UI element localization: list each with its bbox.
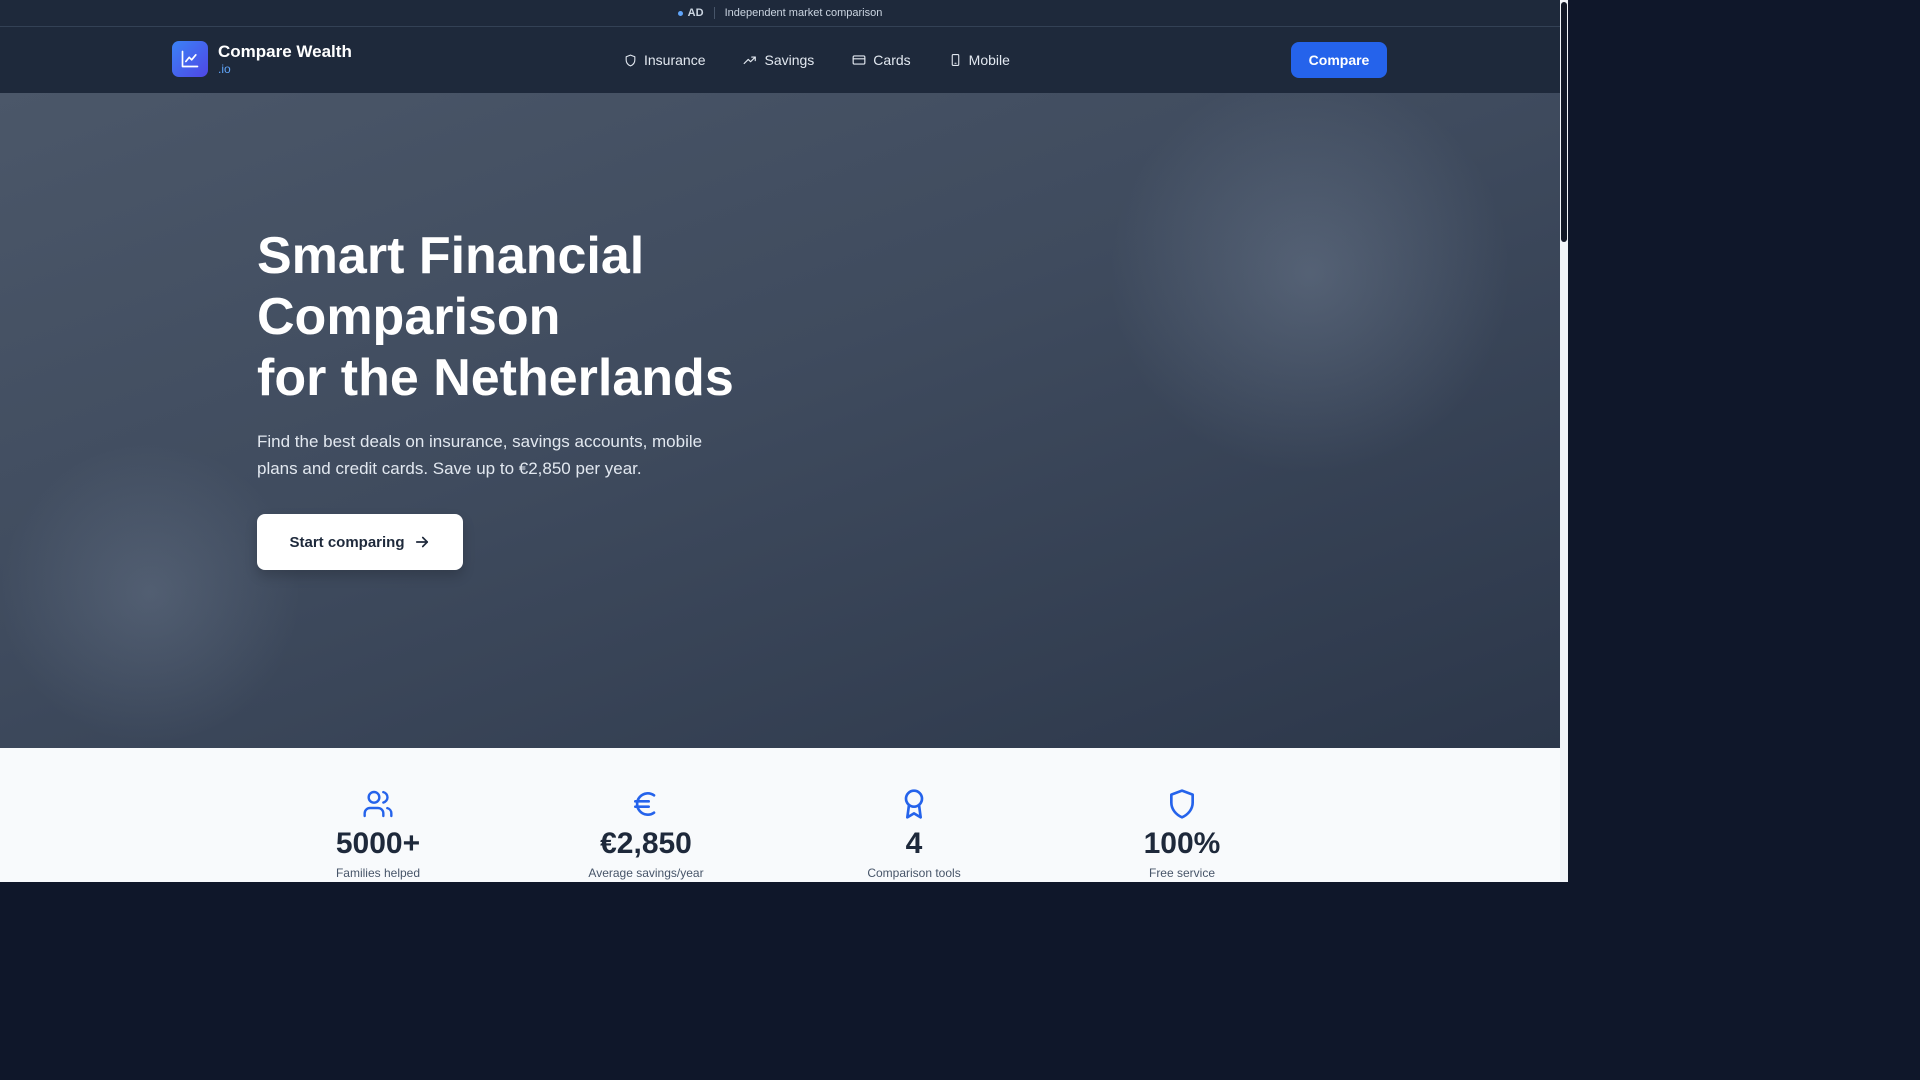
start-comparing-label: Start comparing (289, 533, 405, 551)
euro-icon (634, 792, 656, 816)
chart-logo-icon (172, 41, 208, 77)
arrow-right-icon (415, 536, 428, 548)
nav-label-insurance: Insurance (644, 52, 706, 68)
nav-item-insurance[interactable]: Insurance (624, 52, 705, 68)
stat-value: 4 (905, 827, 923, 860)
compare-button[interactable]: Compare (1291, 42, 1387, 78)
stat-label: Free service (1148, 866, 1216, 880)
site-header: Compare Wealth .io Insurance Savings Car… (0, 27, 1560, 93)
nav-item-savings[interactable]: Savings (743, 52, 814, 68)
nav-label-cards: Cards (873, 52, 911, 68)
brand-subtitle: .io (218, 62, 231, 76)
credit-card-icon (852, 55, 866, 65)
smartphone-icon (951, 54, 959, 66)
scrollbar-thumb[interactable] (1561, 2, 1567, 242)
nav-label-mobile: Mobile (968, 52, 1010, 68)
ad-bar: AD Independent market comparison (0, 0, 1560, 27)
stat-savings: €2,850 Average savings/year (526, 788, 766, 882)
users-icon (363, 790, 393, 818)
stats-section: 5000+ Families helped €2,850 Average sav… (0, 748, 1560, 882)
stat-tools: 4 Comparison tools (794, 788, 1034, 882)
stat-families: 5000+ Families helped (258, 788, 498, 882)
nav-label-savings: Savings (764, 52, 815, 68)
hero-description: Find the best deals on insurance, saving… (257, 432, 703, 478)
hero-title: Smart Financial Comparison for the Nethe… (257, 226, 817, 409)
stat-label: Comparison tools (867, 866, 961, 880)
stat-label: Average savings/year (588, 866, 704, 880)
award-icon (904, 789, 924, 819)
main-nav: Insurance Savings Cards Mobile (624, 27, 1048, 93)
hero-title-line: for the Netherlands (257, 349, 734, 407)
hero-title-line: Smart Financial (257, 227, 645, 285)
hero-section: Smart Financial Comparison for the Nethe… (0, 93, 1560, 748)
nav-item-cards[interactable]: Cards (852, 52, 911, 68)
brand-logo[interactable]: Compare Wealth .io (172, 41, 352, 77)
stat-value: 5000+ (335, 827, 421, 860)
hero-title-line: Comparison (257, 288, 561, 346)
nav-item-mobile[interactable]: Mobile (949, 52, 1010, 68)
stat-value: 100% (1143, 827, 1221, 860)
brand-title: Compare Wealth (218, 42, 352, 61)
shield-icon (625, 54, 636, 66)
shield-icon (1170, 789, 1194, 819)
ad-badge: AD (687, 7, 704, 19)
trending-up-icon (744, 56, 757, 65)
stat-label: Families helped (335, 866, 421, 880)
stat-free: 100% Free service (1062, 788, 1302, 882)
start-comparing-button[interactable]: Start comparing (257, 514, 463, 570)
page-scrollbar[interactable] (1560, 0, 1568, 882)
ad-separator (713, 7, 715, 19)
ad-dot-icon (677, 10, 683, 16)
stat-value: €2,850 (600, 827, 692, 860)
ad-text: Independent market comparison (724, 7, 883, 19)
